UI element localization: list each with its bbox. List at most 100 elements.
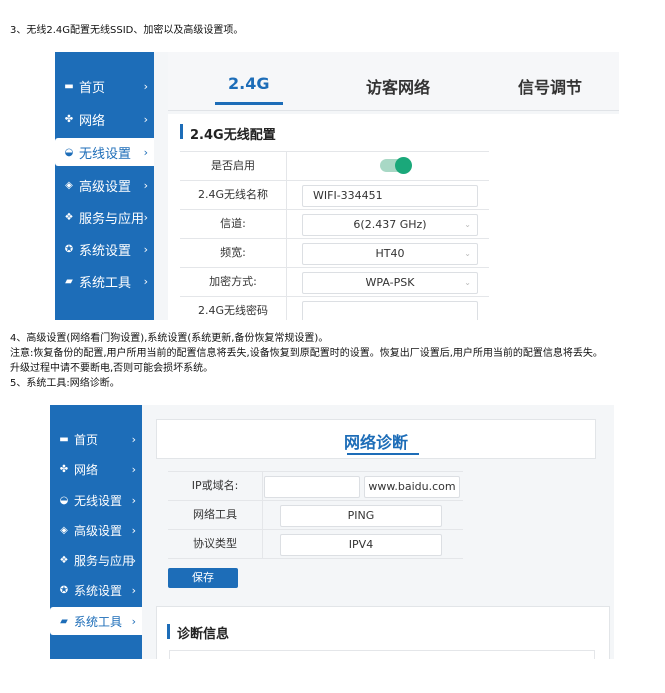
form-row-protocol: 协议类型 IPV4 [168, 530, 463, 559]
layers-icon: ◈ [60, 524, 68, 536]
chevron-down-icon: ⌄ [464, 249, 471, 258]
network-diagnostics-screenshot: ▬ 首页 › ✤ 网络 › ◒ 无线设置 › ◈ 高级设置 › ❖ 服务与应用 … [50, 405, 614, 659]
network-icon: ✤ [59, 463, 69, 475]
sidebar-item-advanced[interactable]: ◈ 高级设置 › [50, 516, 142, 544]
form-row-password: 2.4G无线密码 [180, 297, 489, 320]
chevron-right-icon: › [143, 274, 148, 288]
sidebar-item-tools[interactable]: ▰ 系统工具 › [55, 267, 154, 295]
sidebar-item-label: 无线设置 [74, 493, 123, 508]
channel-label: 信道: [180, 210, 287, 238]
sidebar-item-system[interactable]: ✪ 系统设置 › [50, 576, 142, 604]
chevron-right-icon: › [143, 79, 148, 93]
chevron-right-icon: › [131, 614, 136, 628]
bandwidth-select[interactable]: HT40 ⌄ [302, 243, 478, 265]
chevron-down-icon: ⌄ [464, 278, 471, 287]
protocol-select[interactable]: IPV4 [280, 534, 442, 556]
ssid-input[interactable]: WIFI-334451 [302, 185, 478, 207]
sidebar-item-label: 高级设置 [79, 179, 132, 195]
form-row-ssid: 2.4G无线名称 WIFI-334451 [180, 181, 489, 210]
chevron-right-icon: › [143, 210, 148, 224]
wifi-icon: ◒ [59, 494, 69, 506]
page-title-panel: 网络诊断 [156, 419, 596, 459]
tab-2-4g[interactable]: 2.4G [228, 74, 269, 93]
encryption-value: WPA-PSK [365, 276, 415, 289]
sidebar-item-label: 无线设置 [79, 146, 132, 162]
network-icon: ✤ [64, 113, 74, 125]
password-input[interactable] [302, 301, 478, 320]
sidebar-item-home[interactable]: ▬ 首页 › [55, 72, 154, 100]
chevron-right-icon: › [143, 178, 148, 192]
sidebar-item-label: 服务与应用 [79, 211, 145, 227]
tab-signal-adjust[interactable]: 信号调节 [518, 74, 582, 98]
tool-label: 网络工具 [168, 501, 263, 529]
encryption-select[interactable]: WPA-PSK ⌄ [302, 272, 478, 294]
sidebar-item-label: 网络 [79, 113, 106, 129]
sidebar-item-tools[interactable]: ▰ 系统工具 › [50, 607, 142, 635]
chevron-down-icon: ⌄ [464, 220, 471, 229]
sidebar-item-system[interactable]: ✪ 系统设置 › [55, 235, 154, 263]
wireless-tab-bar: 2.4G 访客网络 信号调节 [168, 52, 619, 111]
form-row-tool: 网络工具 PING [168, 501, 463, 530]
form-row-ip: IP或域名: www.baidu.com [168, 472, 463, 501]
sidebar-item-services[interactable]: ❖ 服务与应用 › [50, 546, 142, 574]
chevron-right-icon: › [131, 432, 136, 446]
sidebar-item-label: 首页 [79, 80, 106, 96]
sidebar: ▬ 首页 › ✤ 网络 › ◒ 无线设置 › ◈ 高级设置 › ❖ 服务与应用 … [50, 405, 142, 659]
layers-icon: ◈ [65, 179, 73, 191]
bandwidth-label: 频宽: [180, 239, 287, 267]
channel-value: 6(2.437 GHz) [353, 218, 427, 231]
enable-label: 是否启用 [180, 152, 287, 180]
sidebar-item-label: 网络 [74, 462, 99, 477]
chevron-right-icon: › [131, 553, 136, 567]
chevron-right-icon: › [131, 493, 136, 507]
ip-input[interactable] [264, 476, 360, 498]
chevron-right-icon: › [143, 112, 148, 126]
sidebar-item-label: 系统工具 [79, 275, 132, 291]
form-row-bandwidth: 频宽: HT40 ⌄ [180, 239, 489, 268]
sidebar-item-label: 系统工具 [74, 614, 123, 629]
cube-icon: ❖ [64, 211, 74, 223]
doc-line-step3: 3、无线2.4G配置无线SSID、加密以及高级设置项。 [10, 25, 244, 36]
sidebar: ▬ 首页 › ✤ 网络 › ◒ 无线设置 › ◈ 高级设置 › ❖ 服务与应用 … [55, 52, 154, 320]
enable-toggle[interactable] [380, 157, 412, 174]
diagnostics-output-area [169, 650, 595, 659]
home-icon: ▬ [59, 433, 69, 445]
sidebar-item-wireless[interactable]: ◒ 无线设置 › [55, 138, 154, 166]
sidebar-item-label: 服务与应用 [74, 553, 135, 568]
save-button[interactable]: 保存 [168, 568, 238, 588]
doc-note-upgrade: 升级过程中请不要断电,否则可能会损坏系统。 [10, 363, 214, 374]
form-row-encryption: 加密方式: WPA-PSK ⌄ [180, 268, 489, 297]
chevron-right-icon: › [131, 462, 136, 476]
sidebar-item-advanced[interactable]: ◈ 高级设置 › [55, 171, 154, 199]
sidebar-item-home[interactable]: ▬ 首页 › [50, 425, 142, 453]
wifi-icon: ◒ [64, 146, 74, 158]
sidebar-item-wireless[interactable]: ◒ 无线设置 › [50, 486, 142, 514]
gear-icon: ✪ [59, 584, 69, 596]
channel-select[interactable]: 6(2.437 GHz) ⌄ [302, 214, 478, 236]
sidebar-item-network[interactable]: ✤ 网络 › [55, 105, 154, 133]
chevron-right-icon: › [131, 583, 136, 597]
doc-line-step5: 5、系统工具:网络诊断。 [10, 378, 120, 389]
doc-note-restore: 注意:恢复备份的配置,用户所用当前的配置信息将丢失,设备恢复到原配置时的设置。恢… [10, 348, 603, 359]
doc-line-step4: 4、高级设置(网络看门狗设置),系统设置(系统更新,备份恢复常规设置)。 [10, 333, 329, 344]
diagnostics-form: IP或域名: www.baidu.com 网络工具 PING 协议类型 IPV4 [168, 471, 463, 559]
sidebar-item-services[interactable]: ❖ 服务与应用 › [55, 203, 154, 231]
sidebar-item-network[interactable]: ✤ 网络 › [50, 455, 142, 483]
page-title: 网络诊断 [343, 433, 408, 452]
home-icon: ▬ [64, 80, 74, 92]
toggle-knob [395, 157, 412, 174]
toolbox-icon: ▰ [65, 275, 73, 287]
toolbox-icon: ▰ [60, 615, 68, 627]
ip-example-text: www.baidu.com [364, 476, 460, 498]
diagnostics-info-panel: 诊断信息 [156, 606, 610, 659]
protocol-label: 协议类型 [168, 530, 263, 558]
tab-guest-network[interactable]: 访客网络 [366, 74, 430, 98]
wireless-config-panel: 2.4G无线配置 是否启用 2.4G无线名称 WIFI-334451 信道: 6… [168, 114, 619, 320]
sidebar-item-label: 系统设置 [79, 243, 132, 259]
tool-select[interactable]: PING [280, 505, 442, 527]
section-title: 2.4G无线配置 [190, 128, 276, 143]
section-title: 诊断信息 [177, 627, 230, 642]
form-row-channel: 信道: 6(2.437 GHz) ⌄ [180, 210, 489, 239]
wireless-settings-screenshot: ▬ 首页 › ✤ 网络 › ◒ 无线设置 › ◈ 高级设置 › ❖ 服务与应用 … [55, 52, 619, 320]
wireless-form: 是否启用 2.4G无线名称 WIFI-334451 信道: 6(2.437 GH… [180, 151, 489, 320]
